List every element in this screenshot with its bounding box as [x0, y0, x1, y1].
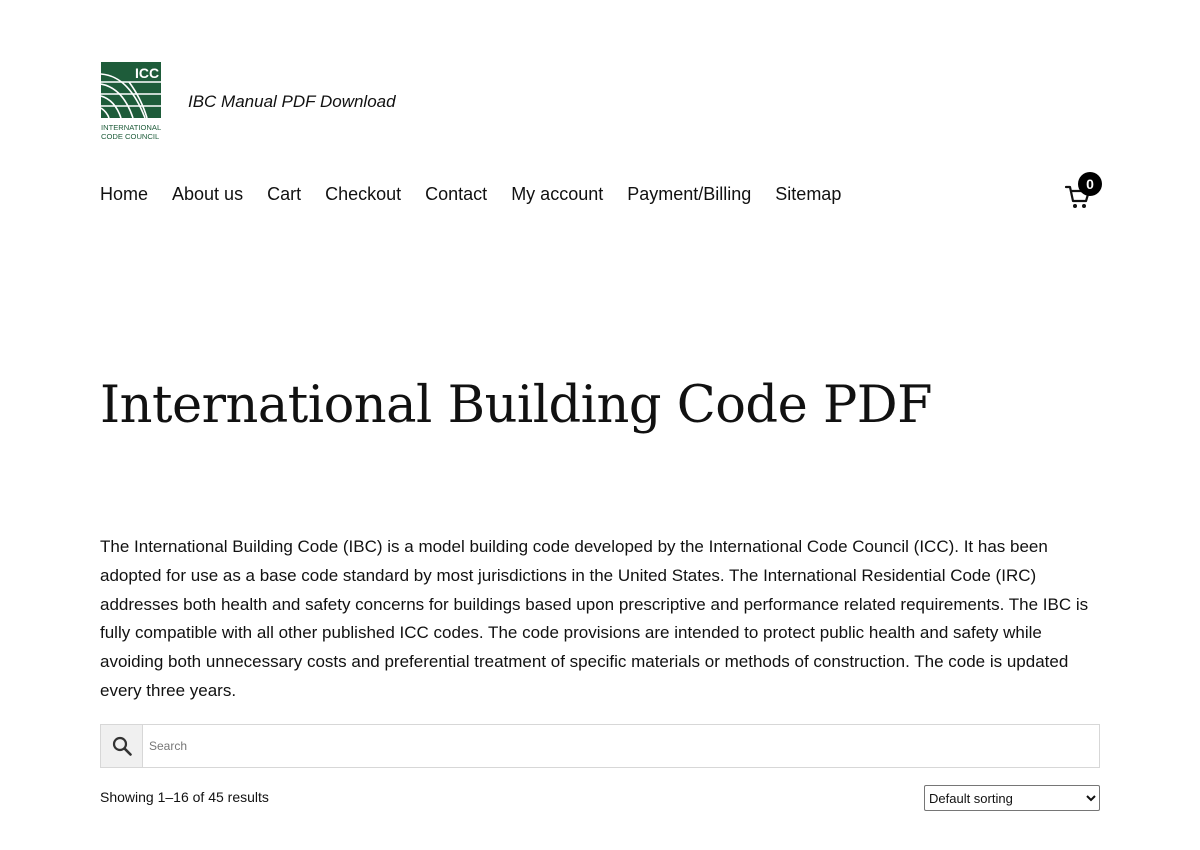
cart-count-badge: 0 — [1078, 172, 1102, 196]
product-search — [100, 724, 1100, 768]
nav-contact[interactable]: Contact — [425, 184, 487, 205]
intro-paragraph: The International Building Code (IBC) is… — [100, 537, 1089, 700]
logo-line3: CODE COUNCIL — [101, 132, 159, 141]
search-input[interactable] — [143, 725, 1099, 767]
logo-line2: INTERNATIONAL — [101, 123, 161, 132]
nav-sitemap[interactable]: Sitemap — [775, 184, 841, 205]
search-icon — [112, 736, 132, 756]
search-button[interactable] — [101, 725, 143, 767]
sorting-select[interactable]: Default sorting — [924, 785, 1100, 811]
results-count: Showing 1–16 of 45 results — [100, 789, 269, 805]
logo-icc-text: ICC — [135, 65, 159, 81]
icc-logo[interactable]: ICC INTERNATIONAL CODE COUNCIL — [101, 62, 163, 142]
nav-payment-billing[interactable]: Payment/Billing — [627, 184, 751, 205]
nav-home[interactable]: Home — [100, 184, 148, 205]
nav-cart[interactable]: Cart — [267, 184, 301, 205]
nav-about-us[interactable]: About us — [172, 184, 243, 205]
page: ICC INTERNATIONAL CODE COUNCIL IBC Manua… — [0, 0, 1200, 850]
cart-button[interactable]: 0 — [1064, 172, 1104, 210]
site-tagline[interactable]: IBC Manual PDF Download — [188, 92, 396, 112]
nav-my-account[interactable]: My account — [511, 184, 603, 205]
icc-logo-graphic: ICC INTERNATIONAL CODE COUNCIL — [101, 62, 161, 141]
main-nav: Home About us Cart Checkout Contact My a… — [100, 184, 865, 205]
page-title: International Building Code PDF — [100, 376, 933, 435]
nav-checkout[interactable]: Checkout — [325, 184, 401, 205]
